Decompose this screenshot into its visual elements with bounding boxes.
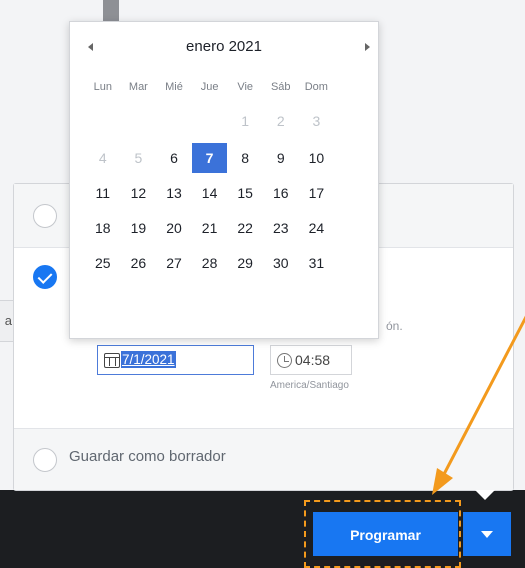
- date-value: 7/1/2021: [121, 351, 176, 368]
- calendar-day[interactable]: 22: [227, 213, 263, 243]
- calendar-week: 11 12 13 14 15 16 17: [85, 178, 370, 208]
- calendar-day[interactable]: 15: [227, 178, 263, 208]
- calendar-day[interactable]: 28: [192, 248, 228, 278]
- next-month-icon[interactable]: [365, 43, 370, 51]
- calendar-day-disabled: 5: [134, 150, 143, 166]
- calendar-week: 18 19 20 21 22 23 24: [85, 213, 370, 243]
- calendar-week: 1 2 3: [85, 106, 370, 136]
- weekday-label: Mar: [128, 81, 148, 93]
- calendar-day[interactable]: 29: [227, 248, 263, 278]
- calendar-day[interactable]: 21: [192, 213, 228, 243]
- calendar-week: 4 5 6 7 8 9 10: [85, 143, 370, 173]
- calendar-day[interactable]: 26: [121, 248, 157, 278]
- radio-schedule[interactable]: [33, 265, 57, 289]
- card-pointer: [475, 490, 495, 500]
- time-value: 04:58: [295, 352, 331, 368]
- calendar-day[interactable]: 31: [299, 248, 335, 278]
- schedule-options-dropdown-button[interactable]: [463, 512, 511, 556]
- weekday-label: Dom: [304, 81, 328, 93]
- calendar-day-selected[interactable]: 7: [191, 143, 228, 173]
- calendar-week: 25 26 27 28 29 30 31: [85, 248, 370, 278]
- calendar-day[interactable]: 24: [299, 213, 335, 243]
- annotation-highlight-box: [304, 500, 461, 568]
- save-draft-label: Guardar como borrador: [69, 448, 226, 465]
- calendar-day[interactable]: 23: [263, 213, 299, 243]
- calendar-day[interactable]: 6: [156, 143, 192, 173]
- month-title: enero 2021: [186, 38, 262, 55]
- caret-down-icon: [481, 531, 493, 538]
- calendar-day[interactable]: 10: [299, 143, 335, 173]
- calendar-day[interactable]: 17: [299, 178, 335, 208]
- calendar-day-disabled: 4: [98, 150, 107, 166]
- calendar-day[interactable]: 27: [156, 248, 192, 278]
- weekday-header: Lun Mar Mié Jue Vie Sáb Dom: [85, 81, 370, 93]
- calendar-icon: [104, 353, 120, 368]
- calendar-day[interactable]: 30: [263, 248, 299, 278]
- background-input-fragment: a: [0, 300, 14, 342]
- calendar-day[interactable]: 11: [85, 178, 121, 208]
- clock-icon: [277, 353, 292, 368]
- calendar-day[interactable]: 20: [156, 213, 192, 243]
- weekday-label: Sáb: [270, 81, 291, 93]
- calendar-day[interactable]: 9: [263, 143, 299, 173]
- calendar-day[interactable]: 25: [85, 248, 121, 278]
- calendar-day[interactable]: 12: [121, 178, 157, 208]
- option-row-save-draft[interactable]: Guardar como borrador: [14, 428, 513, 490]
- calendar-day: [121, 106, 157, 136]
- calendar-day-disabled: 1: [241, 113, 250, 129]
- radio-save-draft[interactable]: [33, 448, 57, 472]
- weekday-label: Vie: [237, 81, 254, 93]
- time-field[interactable]: 04:58: [270, 345, 352, 375]
- calendar-day: [85, 106, 121, 136]
- calendar-day: [156, 106, 192, 136]
- calendar-day[interactable]: 13: [156, 178, 192, 208]
- weekday-label: Lun: [93, 81, 112, 93]
- calendar-day[interactable]: 19: [121, 213, 157, 243]
- calendar-day[interactable]: 8: [227, 143, 263, 173]
- calendar-day-disabled: 3: [312, 113, 321, 129]
- calendar-day: [192, 106, 228, 136]
- calendar-day[interactable]: 18: [85, 213, 121, 243]
- calendar-day[interactable]: 14: [192, 178, 228, 208]
- weekday-label: Mié: [165, 81, 183, 93]
- timezone-label: America/Santiago: [270, 380, 349, 391]
- date-field[interactable]: 7/1/2021: [97, 345, 254, 375]
- schedule-description-fragment: ón.: [386, 319, 403, 333]
- background-input-text: a: [4, 313, 12, 328]
- calendar-day-disabled: 2: [276, 113, 285, 129]
- radio-publish-now[interactable]: [33, 204, 57, 228]
- weekday-label: Jue: [200, 81, 219, 93]
- date-picker-popup: enero 2021 Lun Mar Mié Jue Vie Sáb Dom 1…: [69, 21, 379, 339]
- calendar-day[interactable]: 16: [263, 178, 299, 208]
